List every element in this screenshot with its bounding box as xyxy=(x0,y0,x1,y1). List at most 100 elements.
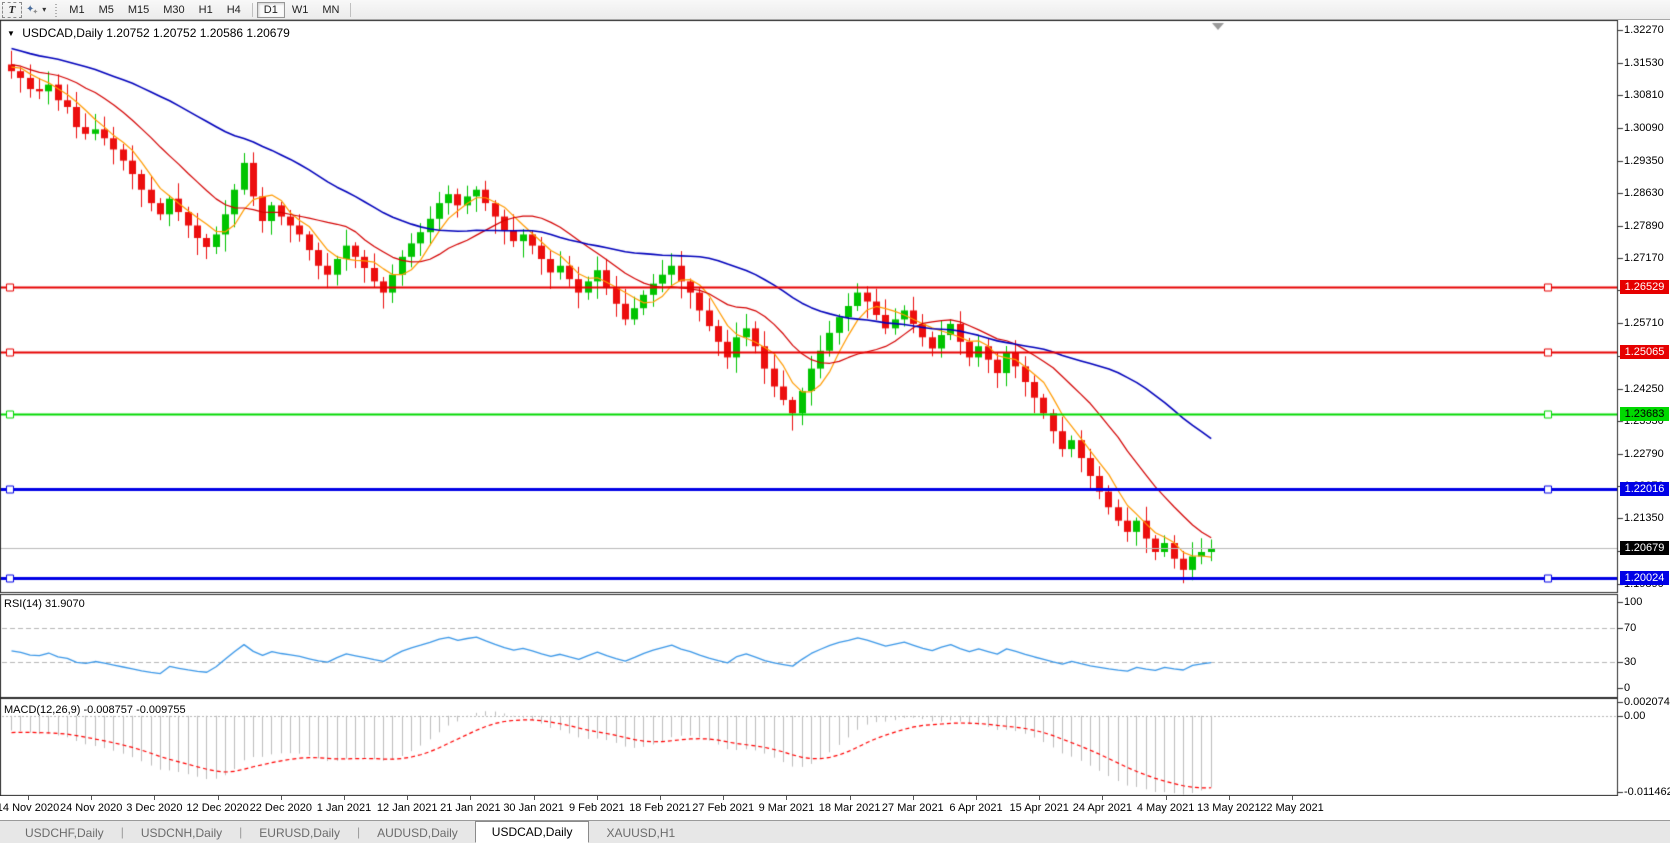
date-tick-mark xyxy=(1102,796,1104,800)
date-tick-mark xyxy=(976,796,977,800)
date-tick-label: 3 Dec 2020 xyxy=(126,802,183,814)
date-tick-mark xyxy=(1292,796,1293,800)
date-tick-mark xyxy=(849,796,851,800)
timeframe-group-daily: D1 W1 MN xyxy=(256,1,347,18)
date-tick-label: 27 Mar 2021 xyxy=(881,802,944,814)
date-tick-mark xyxy=(217,796,219,800)
chart-title: ▼ USDCAD,Daily 1.20752 1.20752 1.20586 1… xyxy=(7,26,290,40)
text-tool-button[interactable]: T xyxy=(2,1,22,18)
chevron-down-icon: ▾ xyxy=(42,5,47,14)
chart-tab-bar: USDCHF,Daily | USDCNH,Daily | EURUSD,Daily | A… xyxy=(0,820,1670,843)
date-tick-label: 9 Mar 2021 xyxy=(758,802,815,814)
symbol-label: USDCAD,Daily xyxy=(22,26,103,40)
chart-tab-xauusd[interactable]: XAUUSD,H1 xyxy=(589,823,692,843)
timeframe-button-w1[interactable]: W1 xyxy=(285,2,316,18)
date-tick-label: 18 Feb 2021 xyxy=(629,802,691,814)
price-tick-label: 1.27890 xyxy=(1624,219,1664,232)
ohlc-quotes: 1.20752 1.20752 1.20586 1.20679 xyxy=(106,26,290,40)
price-tick-label: 1.30810 xyxy=(1624,89,1664,102)
date-tick-mark xyxy=(1228,796,1230,800)
chart-tab-usdchf[interactable]: USDCHF,Daily xyxy=(8,823,121,843)
price-tick-label: 1.25710 xyxy=(1624,317,1664,330)
timeframe-button-m1[interactable]: M1 xyxy=(62,2,91,18)
timeframe-button-m30[interactable]: M30 xyxy=(156,2,191,18)
price-tick-label: 1.24250 xyxy=(1624,382,1664,395)
price-tick-label: 1.32270 xyxy=(1624,24,1664,37)
date-tick-mark xyxy=(154,796,156,800)
date-tick-mark xyxy=(1165,796,1167,800)
chart-tab-usdcad[interactable]: USDCAD,Daily xyxy=(474,821,590,843)
price-tick-label: 1.22790 xyxy=(1624,448,1664,461)
date-tick-label: 18 Mar 2021 xyxy=(818,802,881,814)
date-tick-label: 9 Feb 2021 xyxy=(568,802,625,814)
price-tick-label: 1.30090 xyxy=(1624,121,1664,134)
rsi-tick-label: 70 xyxy=(1624,621,1637,634)
date-tick-mark xyxy=(407,796,409,800)
date-tick-mark xyxy=(660,796,661,800)
rsi-tick-label: 0 xyxy=(1624,682,1631,694)
hline-price-badge[interactable]: 1.25065 xyxy=(1620,345,1669,360)
price-tick-label: 1.28630 xyxy=(1624,186,1664,199)
date-tick-mark xyxy=(723,796,725,800)
date-tick-mark xyxy=(912,796,914,800)
date-tick-mark xyxy=(596,796,598,800)
toolbar-separator xyxy=(350,2,352,17)
chart-window: ▼ USDCAD,Daily 1.20752 1.20752 1.20586 1… xyxy=(0,20,1670,798)
date-tick-label: 12 Jan 2021 xyxy=(376,802,438,814)
chart-styler-dropdown[interactable]: ✦ ✦ ▾ xyxy=(22,4,50,16)
rsi-indicator-label: RSI(14) 31.9070 xyxy=(4,598,85,610)
hline-price-badge[interactable]: 1.26529 xyxy=(1620,279,1669,294)
candlestick-chart-canvas[interactable] xyxy=(0,20,1670,796)
hline-price-badge[interactable]: 1.23683 xyxy=(1620,407,1669,422)
toolbar: T ✦ ✦ ▾ M1 M5 M15 M30 H1 H4 D1 W1 MN xyxy=(0,0,1670,20)
rsi-tick-label: 30 xyxy=(1624,656,1637,669)
price-tick-label: 1.27170 xyxy=(1624,252,1664,265)
time-axis: 14 Nov 2020 24 Nov 2020 3 Dec 2020 12 Dec 2… xyxy=(0,796,1670,820)
date-tick-mark xyxy=(28,796,29,800)
collapse-triangle-icon: ▼ xyxy=(7,29,15,38)
date-tick-label: 14 Nov 2020 xyxy=(0,802,60,814)
date-tick-mark xyxy=(344,796,345,800)
date-tick-label: 24 Nov 2020 xyxy=(59,802,123,814)
price-tick-label: 1.31530 xyxy=(1624,57,1664,70)
timeframe-button-h4[interactable]: H4 xyxy=(220,2,248,18)
date-tick-label: 13 May 2021 xyxy=(1196,802,1261,814)
timeframe-button-m15[interactable]: M15 xyxy=(121,2,156,18)
date-tick-label: 15 Apr 2021 xyxy=(1009,802,1069,814)
price-tick-label: 1.21350 xyxy=(1624,512,1664,525)
current-price-badge: 1.20679 xyxy=(1620,541,1669,556)
date-tick-mark xyxy=(533,796,535,800)
date-tick-label: 21 Jan 2021 xyxy=(440,802,501,814)
date-tick-label: 27 Feb 2021 xyxy=(692,802,755,814)
price-tick-label: 1.29350 xyxy=(1624,154,1664,167)
chart-tab-usdcnh[interactable]: USDCNH,Daily xyxy=(124,823,239,843)
macd-tick-label: 0.002074 xyxy=(1624,696,1670,708)
macd-indicator-label: MACD(12,26,9) -0.008757 -0.009755 xyxy=(4,704,186,716)
date-tick-label: 6 Apr 2021 xyxy=(949,802,1003,814)
date-tick-label: 12 Dec 2020 xyxy=(186,802,249,814)
date-tick-label: 1 Jan 2021 xyxy=(316,802,372,814)
sparkle-small-icon: ✦ xyxy=(32,8,39,16)
hline-price-badge[interactable]: 1.20024 xyxy=(1620,570,1669,585)
timeframe-button-m5[interactable]: M5 xyxy=(92,2,121,18)
date-tick-mark xyxy=(280,796,282,800)
toolbar-grip xyxy=(53,2,60,17)
date-tick-label: 4 May 2021 xyxy=(1136,802,1195,814)
timeframe-group-minutes: M1 M5 M15 M30 H1 H4 xyxy=(62,2,248,18)
date-tick-mark xyxy=(786,796,788,800)
rsi-tick-label: 100 xyxy=(1624,596,1643,608)
date-tick-label: 22 Dec 2020 xyxy=(249,802,312,814)
timeframe-button-mn[interactable]: MN xyxy=(315,2,346,18)
hline-price-badge[interactable]: 1.22016 xyxy=(1620,481,1669,496)
timeframe-button-d1[interactable]: D1 xyxy=(256,1,285,18)
date-tick-mark xyxy=(1039,796,1041,800)
macd-tick-label: 0.00 xyxy=(1624,709,1646,722)
timeframe-button-h1[interactable]: H1 xyxy=(192,2,220,18)
chart-tab-eurusd[interactable]: EURUSD,Daily xyxy=(242,823,357,843)
date-tick-label: 22 May 2021 xyxy=(1260,802,1324,814)
chart-tab-audusd[interactable]: AUDUSD,Daily xyxy=(360,823,475,843)
toolbar-separator xyxy=(251,2,253,17)
date-tick-mark xyxy=(91,796,93,800)
date-tick-label: 24 Apr 2021 xyxy=(1072,802,1133,814)
date-tick-label: 30 Jan 2021 xyxy=(503,802,564,814)
